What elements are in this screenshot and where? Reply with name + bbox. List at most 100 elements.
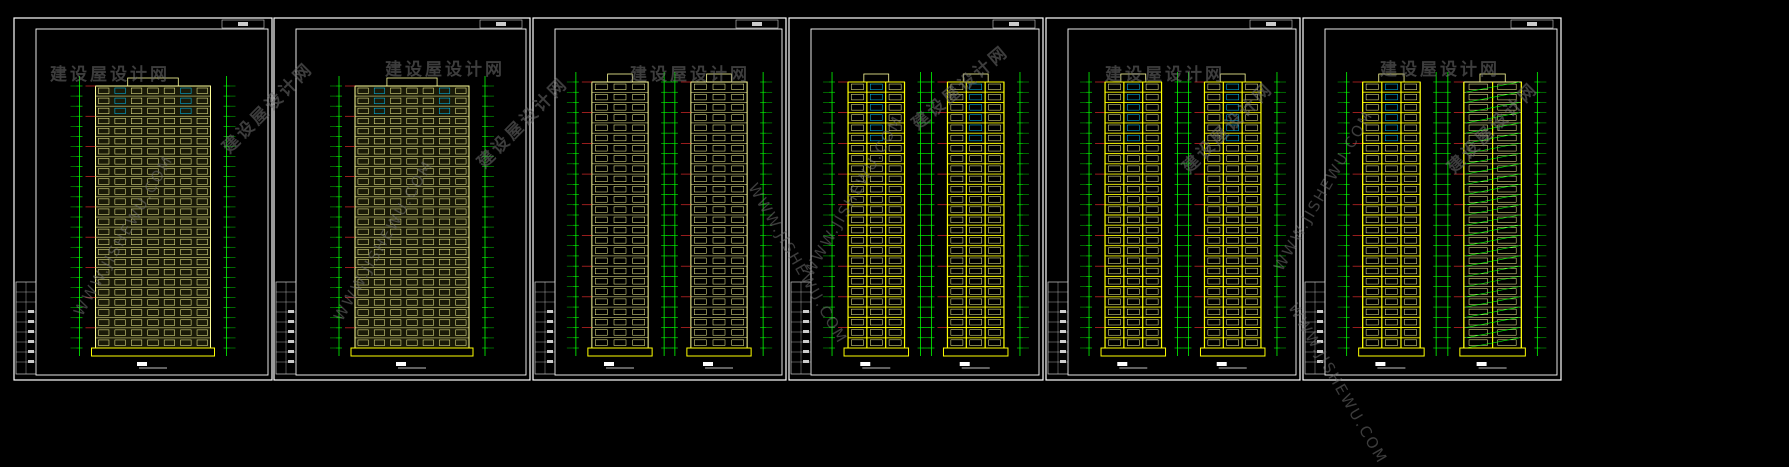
window	[851, 339, 864, 346]
window	[1108, 247, 1121, 254]
window	[595, 83, 608, 90]
window	[1385, 319, 1398, 326]
window	[888, 186, 902, 193]
window	[1497, 165, 1517, 172]
window	[731, 145, 744, 152]
window	[988, 114, 1001, 121]
window	[712, 134, 726, 142]
window	[851, 288, 864, 295]
window	[969, 257, 982, 264]
window	[870, 267, 883, 275]
window	[1497, 319, 1517, 326]
title-block	[275, 281, 297, 375]
window	[969, 145, 982, 152]
roof-structure	[863, 73, 890, 83]
window	[613, 237, 627, 244]
window	[1497, 155, 1517, 162]
window	[694, 104, 707, 111]
window	[694, 124, 707, 131]
window	[1108, 145, 1121, 152]
window	[1404, 247, 1417, 254]
window	[731, 216, 744, 223]
window	[851, 114, 864, 121]
window	[1497, 257, 1517, 264]
window	[1385, 247, 1398, 254]
window	[694, 298, 707, 305]
window	[969, 155, 982, 162]
window	[595, 319, 608, 326]
title-block-text	[1060, 350, 1066, 353]
window	[870, 227, 883, 234]
window	[969, 94, 982, 101]
window	[731, 94, 744, 101]
window	[870, 94, 883, 101]
window	[712, 216, 726, 223]
title-block-text	[28, 310, 34, 313]
window	[988, 257, 1001, 264]
window	[694, 114, 707, 121]
window	[1207, 319, 1221, 326]
window	[950, 216, 964, 223]
window	[613, 227, 627, 234]
window	[969, 267, 982, 275]
window	[694, 278, 707, 285]
window	[1207, 227, 1221, 234]
window	[1127, 196, 1140, 203]
window	[712, 257, 726, 264]
window	[632, 278, 645, 285]
watermark-cn: 建设屋设计网	[630, 65, 750, 85]
window	[731, 114, 744, 121]
window	[712, 94, 726, 101]
window	[1404, 94, 1417, 101]
window	[595, 216, 608, 223]
window	[731, 175, 744, 183]
window	[851, 124, 864, 131]
window	[1127, 227, 1140, 234]
window	[1245, 257, 1258, 264]
title-block-text	[1060, 360, 1066, 363]
window	[1226, 237, 1239, 244]
window	[1404, 308, 1417, 316]
window	[870, 186, 883, 193]
window	[888, 267, 902, 275]
window	[1207, 339, 1221, 346]
window	[632, 339, 645, 346]
window	[1108, 278, 1121, 285]
window	[632, 206, 645, 213]
window	[595, 308, 608, 316]
window	[1226, 227, 1239, 234]
window	[1245, 165, 1258, 172]
window	[595, 196, 608, 203]
window	[712, 267, 726, 275]
window	[1365, 155, 1379, 162]
window	[969, 237, 982, 244]
window	[1245, 216, 1258, 223]
window	[1404, 257, 1417, 264]
window	[632, 124, 645, 131]
window	[969, 319, 982, 326]
window	[870, 83, 883, 90]
window	[1497, 329, 1517, 336]
window	[1207, 186, 1221, 193]
window	[1404, 124, 1417, 131]
title-block-text	[288, 350, 294, 353]
title-block-text	[1060, 310, 1066, 313]
window	[1404, 267, 1417, 275]
window	[1145, 124, 1159, 131]
window	[969, 114, 982, 121]
window	[969, 124, 982, 131]
window	[969, 298, 982, 305]
window	[632, 257, 645, 264]
window	[731, 124, 744, 131]
window	[1108, 104, 1121, 111]
window	[1145, 237, 1159, 244]
window	[1365, 216, 1379, 223]
window	[988, 278, 1001, 285]
window	[969, 206, 982, 213]
window	[613, 134, 627, 142]
window	[1108, 237, 1121, 244]
window	[1404, 227, 1417, 234]
window	[1245, 134, 1258, 142]
window	[870, 104, 883, 111]
window	[950, 267, 964, 275]
